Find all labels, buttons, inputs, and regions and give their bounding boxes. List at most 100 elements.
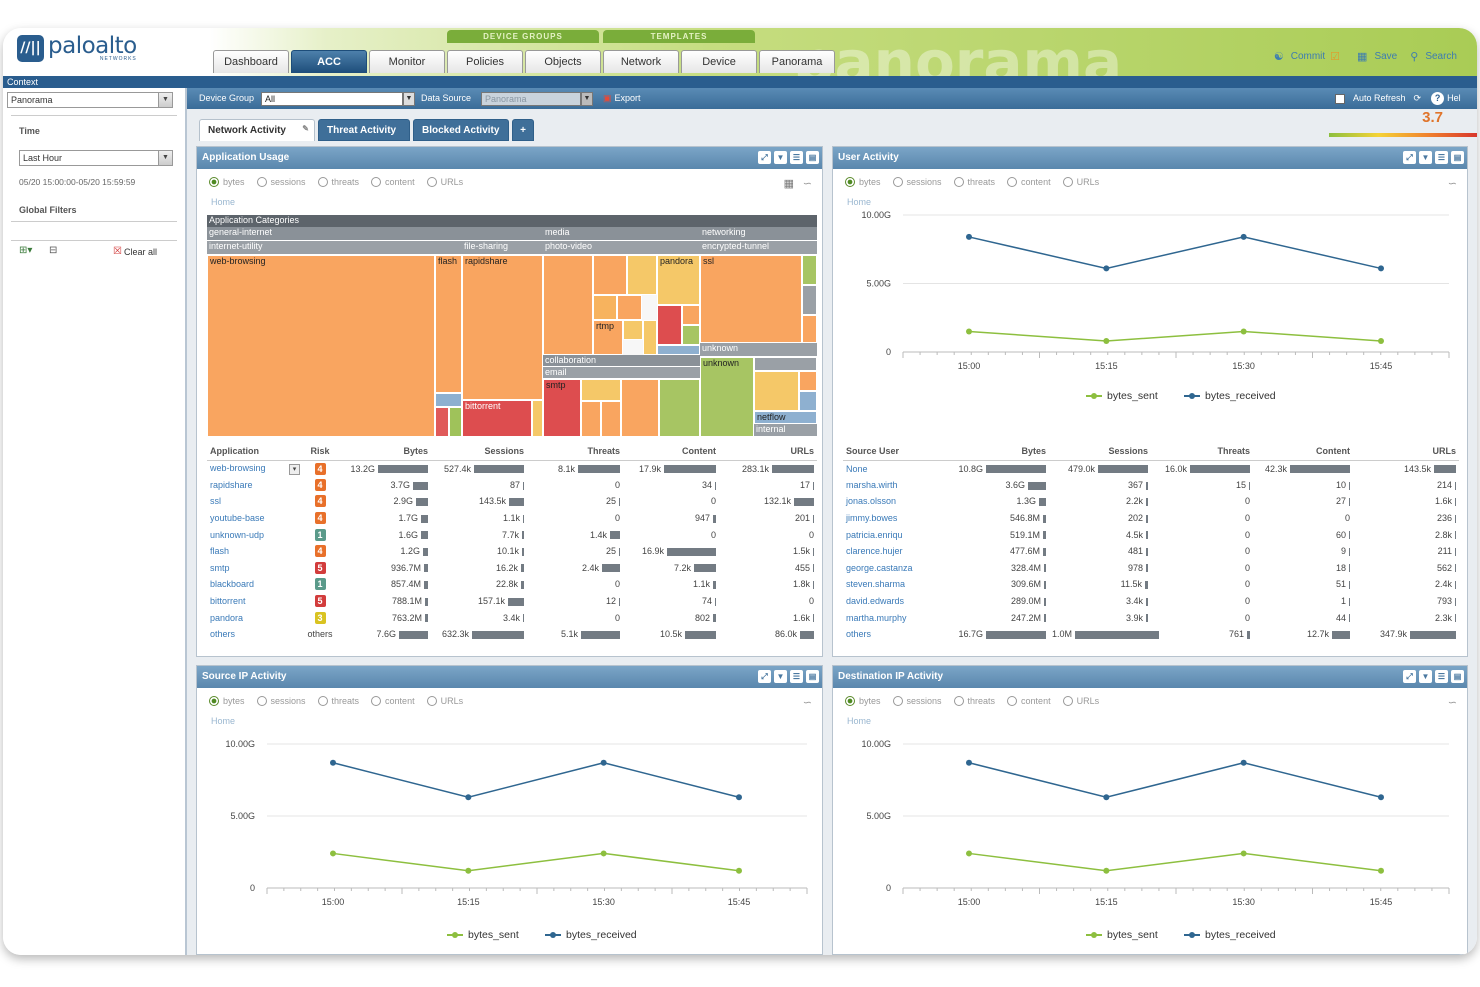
time-select[interactable]: Last Hour ▼ bbox=[19, 150, 173, 166]
line-chart-icon[interactable]: ∽ bbox=[1448, 177, 1457, 190]
treemap-photo-video[interactable]: photo-video bbox=[543, 241, 700, 255]
table-row[interactable]: martha.murphy 247.2M 3.9k 0 44 2.3k bbox=[843, 609, 1459, 626]
help-icon[interactable]: ? bbox=[1431, 92, 1445, 105]
application-name[interactable]: smtp bbox=[207, 560, 303, 577]
table-row[interactable]: others others 7.6G 632.3k 5.1k 10.5k 86.0k bbox=[207, 626, 817, 643]
filter-icon[interactable]: ▼ bbox=[774, 151, 787, 164]
treemap-encrypted-tunnel[interactable]: encrypted-tunnel bbox=[700, 241, 817, 255]
treemap-netflow[interactable]: netflow bbox=[754, 411, 817, 424]
line-chart-icon[interactable]: ∽ bbox=[803, 696, 812, 709]
source-user-name[interactable]: steven.sharma bbox=[843, 576, 953, 593]
maximize-icon[interactable]: ⤢ bbox=[1403, 151, 1416, 164]
table-icon[interactable]: ☰ bbox=[790, 670, 803, 683]
treemap-internal[interactable]: internal bbox=[754, 424, 817, 437]
treemap-view-icon[interactable]: ▦ bbox=[784, 177, 794, 190]
application-name[interactable]: web-browsing ▾ bbox=[207, 460, 303, 477]
radio-threats[interactable]: threats bbox=[317, 177, 359, 187]
chevron-down-icon[interactable]: ▼ bbox=[403, 92, 415, 106]
radio-sessions[interactable]: sessions bbox=[256, 696, 306, 706]
column-header-sessions[interactable]: Sessions bbox=[431, 442, 527, 461]
treemap-root[interactable]: Application Categories bbox=[207, 215, 817, 227]
application-name[interactable]: ssl bbox=[207, 493, 303, 510]
radio-content[interactable]: content bbox=[371, 177, 415, 187]
radio-bytes[interactable]: bytes bbox=[845, 696, 881, 706]
tab-acc[interactable]: ACC bbox=[291, 50, 367, 73]
auto-refresh-toggle[interactable]: Auto Refresh ⟳ ? Help bbox=[1335, 88, 1461, 109]
radio-threats[interactable]: threats bbox=[953, 177, 995, 187]
line-chart-icon[interactable]: ∽ bbox=[1448, 696, 1457, 709]
table-row[interactable]: george.castanza 328.4M 978 0 18 562 bbox=[843, 560, 1459, 577]
table-row[interactable]: blackboard 1 857.4M 22.8k 0 1.1k 1.8k bbox=[207, 576, 817, 593]
help-link[interactable]: Help bbox=[1447, 88, 1461, 109]
column-header-risk[interactable]: Risk bbox=[303, 442, 337, 461]
table-row[interactable]: pandora 3 763.2M 3.4k 0 802 1.6k bbox=[207, 609, 817, 626]
export-icon[interactable]: ▤ bbox=[1451, 670, 1464, 683]
radio-urls[interactable]: URLs bbox=[426, 696, 463, 706]
source-user-name[interactable]: david.edwards bbox=[843, 593, 953, 610]
table-row[interactable]: flash 4 1.2G 10.1k 25 16.9k 1.5k bbox=[207, 543, 817, 560]
treemap-web-browsing[interactable]: web-browsing bbox=[207, 255, 435, 437]
column-header-application[interactable]: Application bbox=[207, 442, 303, 461]
table-row[interactable]: steven.sharma 309.6M 11.5k 0 51 2.4k bbox=[843, 576, 1459, 593]
radio-sessions[interactable]: sessions bbox=[892, 696, 942, 706]
chevron-down-icon[interactable]: ▼ bbox=[581, 92, 593, 106]
tab-objects[interactable]: Objects bbox=[525, 50, 601, 73]
treemap-general-internet[interactable]: general-internet bbox=[207, 227, 543, 241]
data-source-select[interactable]: Panorama bbox=[481, 92, 581, 106]
column-header-bytes[interactable]: Bytes bbox=[337, 442, 431, 461]
chevron-down-icon[interactable]: ▼ bbox=[158, 151, 172, 165]
table-row[interactable]: patricia.enriqu 519.1M 4.5k 0 60 2.8k bbox=[843, 526, 1459, 543]
column-header-threats[interactable]: Threats bbox=[527, 442, 623, 461]
save-link[interactable]: Save bbox=[1374, 51, 1397, 62]
source-user-name[interactable]: marsha.wirth bbox=[843, 477, 953, 494]
treemap-internet-utility[interactable]: internet-utility bbox=[207, 241, 462, 255]
clear-all-button[interactable]: ☒ Clear all bbox=[113, 246, 157, 257]
chevron-down-icon[interactable]: ▼ bbox=[158, 93, 172, 107]
table-icon[interactable]: ☰ bbox=[1435, 670, 1448, 683]
source-user-name[interactable]: patricia.enriqu bbox=[843, 526, 953, 543]
application-name[interactable]: unknown-udp bbox=[207, 526, 303, 543]
treemap-email[interactable]: email bbox=[543, 367, 700, 379]
radio-bytes[interactable]: bytes bbox=[209, 177, 245, 187]
tab-panorama[interactable]: Panorama bbox=[759, 50, 835, 73]
context-select[interactable]: Panorama ▼ bbox=[7, 92, 173, 108]
radio-content[interactable]: content bbox=[371, 696, 415, 706]
table-row[interactable]: clarence.hujer 477.6M 481 0 9 211 bbox=[843, 543, 1459, 560]
export-button[interactable]: ▣ Export bbox=[603, 88, 641, 109]
treemap-flash[interactable]: flash bbox=[435, 255, 462, 393]
source-user-name[interactable]: jimmy.bowes bbox=[843, 510, 953, 527]
add-tab-button[interactable]: + bbox=[512, 119, 534, 141]
column-header-content[interactable]: Content bbox=[1253, 442, 1353, 461]
device-group-select[interactable]: All bbox=[261, 92, 403, 106]
treemap-unknown-header[interactable]: unknown bbox=[700, 343, 817, 357]
source-user-name[interactable]: george.castanza bbox=[843, 560, 953, 577]
table-row[interactable]: None 10.8G 479.0k 16.0k 42.3k 143.5k bbox=[843, 460, 1459, 477]
application-name[interactable]: flash bbox=[207, 543, 303, 560]
breadcrumb-home[interactable]: Home bbox=[211, 716, 235, 726]
maximize-icon[interactable]: ⤢ bbox=[1403, 670, 1416, 683]
source-user-name[interactable]: martha.murphy bbox=[843, 609, 953, 626]
treemap-unknown[interactable]: unknown bbox=[700, 357, 754, 437]
table-row[interactable]: bittorrent 5 788.1M 157.1k 12 74 0 bbox=[207, 593, 817, 610]
table-row[interactable]: youtube-base 4 1.7G 1.1k 0 947 201 bbox=[207, 510, 817, 527]
table-row[interactable]: rapidshare 4 3.7G 87 0 34 17 bbox=[207, 477, 817, 494]
treemap-smtp[interactable]: smtp bbox=[543, 379, 581, 437]
table-icon[interactable]: ☰ bbox=[790, 151, 803, 164]
application-name[interactable]: pandora bbox=[207, 609, 303, 626]
radio-content[interactable]: content bbox=[1007, 696, 1051, 706]
radio-urls[interactable]: URLs bbox=[426, 177, 463, 187]
row-filter-icon[interactable]: ▾ bbox=[289, 463, 300, 475]
treemap-ssl[interactable]: ssl bbox=[700, 255, 802, 343]
tab-device[interactable]: Device bbox=[681, 50, 757, 73]
radio-urls[interactable]: URLs bbox=[1062, 177, 1099, 187]
source-user-name[interactable]: others bbox=[843, 626, 953, 643]
column-header-urls[interactable]: URLs bbox=[1353, 442, 1459, 461]
table-row[interactable]: smtp 5 936.7M 16.2k 2.4k 7.2k 455 bbox=[207, 560, 817, 577]
add-filter-icon[interactable]: ⊞▾ bbox=[19, 245, 32, 256]
treemap-file-sharing[interactable]: file-sharing bbox=[462, 241, 543, 255]
tab-network[interactable]: Network bbox=[603, 50, 679, 73]
table-row[interactable]: unknown-udp 1 1.6G 7.7k 1.4k 0 0 bbox=[207, 526, 817, 543]
tab-threat-activity[interactable]: Threat Activity bbox=[318, 119, 410, 141]
filter-icon[interactable]: ▼ bbox=[774, 670, 787, 683]
treemap-rtmp[interactable]: rtmp bbox=[593, 320, 623, 355]
